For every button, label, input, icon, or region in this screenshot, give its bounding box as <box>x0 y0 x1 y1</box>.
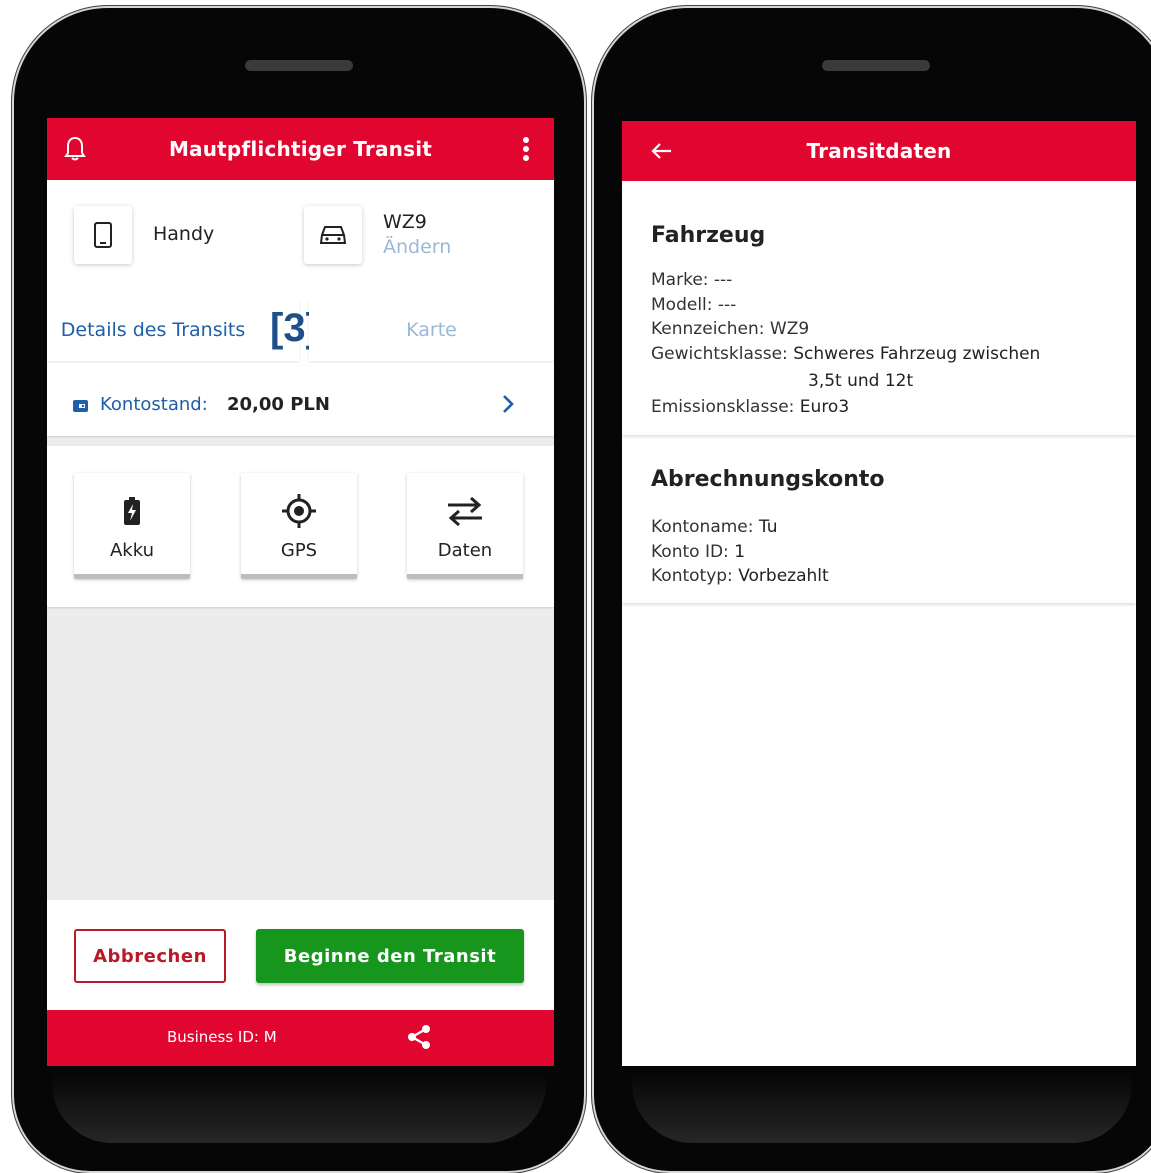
vehicle-section-title: Fahrzeug <box>651 223 766 248</box>
account-section: Abrechnungskonto Kontoname: Tu Konto ID:… <box>622 445 1136 603</box>
weight-row: Gewichtsklasse: Schweres Fahrzeug zwisch… <box>651 344 1041 364</box>
cancel-button[interactable]: Abbrechen <box>74 929 226 983</box>
account-id-row: Konto ID: 1 <box>651 542 746 562</box>
tile-data-label: Daten <box>437 540 493 561</box>
tab-map[interactable]: Karte <box>309 298 554 361</box>
tile-gps[interactable]: GPS <box>241 473 357 579</box>
account-type-row: Kontotyp: Vorbezahlt <box>651 566 829 586</box>
vehicle-plate: WZ9 <box>383 211 427 233</box>
page-title: Transitdaten <box>806 139 952 163</box>
account-section-title: Abrechnungskonto <box>651 467 885 492</box>
speaker-slot <box>245 60 353 71</box>
tile-battery-label: Akku <box>109 540 154 561</box>
page-title: Mautpflichtiger Transit <box>168 137 433 161</box>
brand-row: Marke: --- <box>651 270 733 290</box>
tile-battery[interactable]: Akku <box>74 473 190 579</box>
plate-row: Kennzeichen: WZ9 <box>651 319 810 339</box>
redaction-block <box>297 1022 397 1052</box>
wallet-icon <box>73 398 88 417</box>
business-id-bar: Business ID: M <box>47 1010 554 1066</box>
weight-row-cont: 3,5t und 12t <box>808 371 914 391</box>
balance-value: 20,00 PLN <box>227 394 330 415</box>
back-arrow-icon[interactable] <box>622 121 700 181</box>
app-bar: Mautpflichtiger Transit <box>47 118 554 180</box>
swap-arrows-icon <box>407 493 523 529</box>
emission-row: Emissionsklasse: Euro3 <box>651 397 850 417</box>
battery-icon <box>74 493 190 529</box>
account-name-row: Kontoname: Tu <box>651 517 778 537</box>
start-transit-button[interactable]: Beginne den Transit <box>256 929 524 983</box>
left-screen: Mautpflichtiger Transit Handy WZ9 Ändern… <box>47 118 554 1066</box>
phone-icon[interactable] <box>74 206 132 264</box>
business-id-label: Business ID: M <box>167 1028 277 1046</box>
model-row: Modell: --- <box>651 295 737 315</box>
right-screen: Transitdaten Fahrzeug Marke: --- Modell:… <box>622 121 1136 1066</box>
device-label: Handy <box>153 223 215 245</box>
bell-icon[interactable] <box>47 118 103 180</box>
tile-data[interactable]: Daten <box>407 473 523 579</box>
balance-row[interactable]: Kontostand: 20,00 PLN <box>47 372 554 436</box>
share-icon[interactable] <box>407 1024 431 1054</box>
status-tiles: Akku GPS Daten <box>47 446 554 607</box>
change-vehicle-link[interactable]: Ändern <box>383 236 451 258</box>
tab-details[interactable]: Details des Transits <box>47 298 299 361</box>
balance-label: Kontostand: <box>100 394 208 415</box>
app-bar: Transitdaten <box>622 121 1136 181</box>
more-vert-icon[interactable] <box>498 118 554 180</box>
chevron-right-icon[interactable] <box>502 394 514 418</box>
vehicle-section: Fahrzeug Marke: --- Modell: --- Kennzeic… <box>622 199 1136 435</box>
car-icon[interactable] <box>304 206 362 264</box>
footer-actions: Abbrechen Beginne den Transit <box>47 900 554 1010</box>
speaker-slot <box>822 60 930 71</box>
tile-gps-label: GPS <box>280 540 318 561</box>
gps-target-icon <box>241 493 357 529</box>
